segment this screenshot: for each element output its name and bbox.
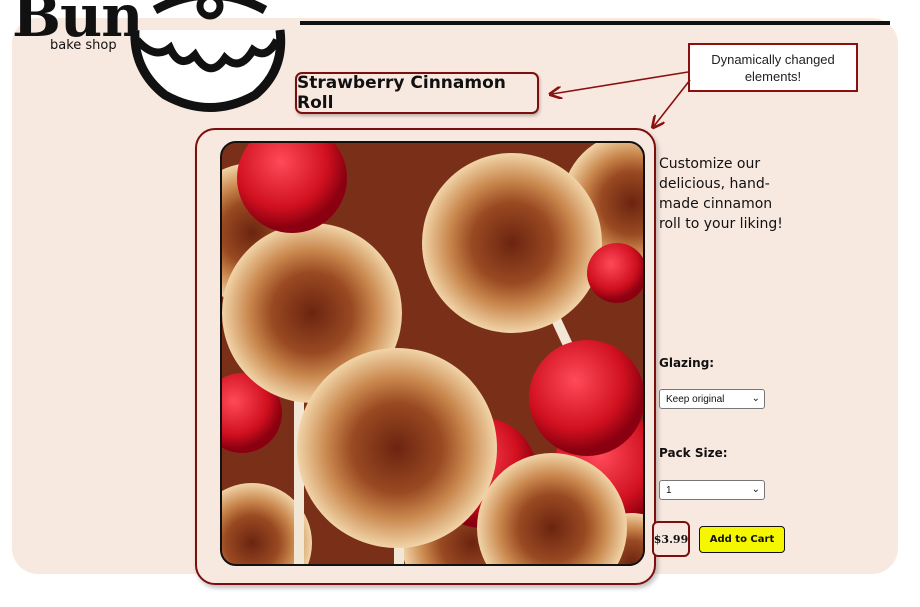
add-to-cart-button[interactable]: Add to Cart: [699, 526, 785, 553]
glazing-select[interactable]: Keep original ⌄: [659, 389, 765, 409]
cinnamon-roll-photo-illustration: [222, 143, 643, 564]
product-description: Customize our delicious, hand-made cinna…: [659, 156, 783, 232]
price-label: $3.99: [652, 521, 690, 557]
pack-size-select-value: 1: [666, 484, 672, 496]
product-photo: [220, 141, 645, 566]
pack-size-select[interactable]: 1 ⌄: [659, 480, 765, 500]
glazing-select-value: Keep original: [666, 393, 725, 405]
chevron-down-icon: ⌄: [751, 484, 760, 495]
chevron-down-icon: ⌄: [751, 393, 760, 404]
arrow-to-title: [552, 71, 689, 94]
arrow-to-image: [654, 79, 691, 126]
glazing-label: Glazing:: [659, 356, 715, 370]
pack-size-label: Pack Size:: [659, 446, 728, 460]
